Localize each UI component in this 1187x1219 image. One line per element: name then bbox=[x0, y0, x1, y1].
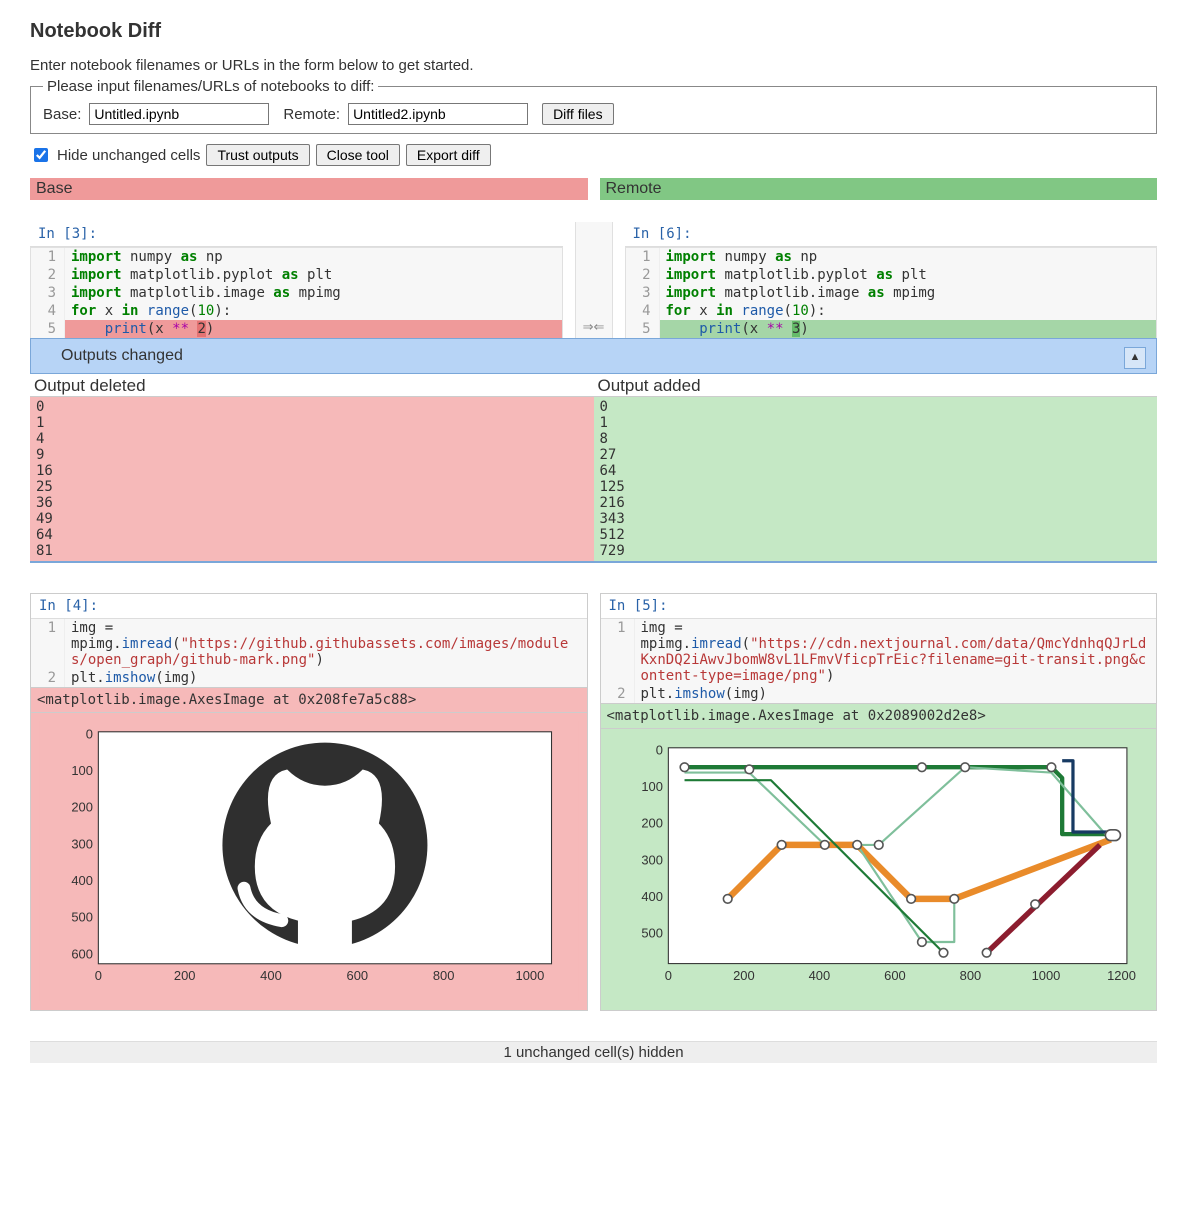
svg-text:800: 800 bbox=[433, 968, 455, 983]
svg-text:1200: 1200 bbox=[1107, 968, 1136, 983]
svg-text:800: 800 bbox=[959, 968, 981, 983]
remote-prompt-2: In [5]: bbox=[601, 594, 1157, 619]
base-axes-repr: <matplotlib.image.AxesImage at 0x208fe7a… bbox=[31, 687, 587, 713]
svg-text:1000: 1000 bbox=[516, 968, 545, 983]
hide-unchanged-label: Hide unchanged cells bbox=[57, 147, 200, 164]
outputs-changed-bar: Outputs changed ▲ bbox=[30, 338, 1157, 374]
trust-outputs-button[interactable]: Trust outputs bbox=[206, 144, 309, 166]
svg-text:600: 600 bbox=[884, 968, 906, 983]
base-plot: 0 100 200 300 400 500 600 0 200 400 600 800 1000 bbox=[31, 713, 587, 1010]
svg-text:200: 200 bbox=[71, 800, 93, 815]
export-diff-button[interactable]: Export diff bbox=[406, 144, 491, 166]
svg-text:1000: 1000 bbox=[1031, 968, 1060, 983]
remote-axes-repr: <matplotlib.image.AxesImage at 0x2089002… bbox=[601, 703, 1157, 729]
svg-text:300: 300 bbox=[641, 852, 663, 867]
svg-text:500: 500 bbox=[641, 926, 663, 941]
base-code-2: 1img = mpimg.imread("https://github.gith… bbox=[31, 619, 587, 687]
close-tool-button[interactable]: Close tool bbox=[316, 144, 400, 166]
gutter-arrows-icon: ⇒⇐ bbox=[575, 222, 613, 339]
base-prompt-2: In [4]: bbox=[31, 594, 587, 619]
base-prompt-1: In [3]: bbox=[30, 222, 563, 247]
svg-text:400: 400 bbox=[71, 873, 93, 888]
svg-text:0: 0 bbox=[95, 968, 102, 983]
outputs-changed-label: Outputs changed bbox=[61, 347, 183, 364]
base-code-1: 1import numpy as np 2import matplotlib.p… bbox=[30, 247, 563, 339]
collapse-outputs-button[interactable]: ▲ bbox=[1124, 347, 1146, 369]
output-deleted-title: Output deleted bbox=[30, 374, 594, 396]
remote-code-2: 1img = mpimg.imread("https://cdn.nextjou… bbox=[601, 619, 1157, 703]
intro-text: Enter notebook filenames or URLs in the … bbox=[30, 57, 1157, 74]
remote-label: Remote: bbox=[283, 106, 340, 123]
svg-text:0: 0 bbox=[86, 726, 93, 741]
output-deleted-body: 0 1 4 9 16 25 36 49 64 81 bbox=[30, 396, 594, 561]
svg-text:400: 400 bbox=[808, 968, 830, 983]
svg-text:100: 100 bbox=[641, 779, 663, 794]
svg-text:300: 300 bbox=[71, 836, 93, 851]
diff-files-button[interactable]: Diff files bbox=[542, 103, 614, 125]
remote-input[interactable] bbox=[348, 103, 528, 125]
output-added-body: 0 1 8 27 64 125 216 343 512 729 bbox=[594, 396, 1158, 561]
remote-plot: 0 100 200 300 400 500 0 200 400 600 800 1000 1200 bbox=[601, 729, 1157, 1004]
base-changed-token: 2 bbox=[197, 321, 205, 337]
svg-text:500: 500 bbox=[71, 910, 93, 925]
svg-text:200: 200 bbox=[174, 968, 196, 983]
svg-text:600: 600 bbox=[71, 946, 93, 961]
remote-code-1: 1import numpy as np 2import matplotlib.p… bbox=[625, 247, 1158, 339]
svg-text:600: 600 bbox=[347, 968, 369, 983]
remote-changed-token: 3 bbox=[792, 321, 800, 337]
base-label: Base: bbox=[43, 106, 81, 123]
hidden-cells-bar: 1 unchanged cell(s) hidden bbox=[30, 1041, 1157, 1063]
diff-cell-2: In [4]: 1img = mpimg.imread("https://git… bbox=[30, 593, 1157, 1011]
remote-header: Remote bbox=[600, 178, 1158, 200]
page-title: Notebook Diff bbox=[30, 20, 1157, 43]
svg-text:200: 200 bbox=[641, 816, 663, 831]
svg-text:0: 0 bbox=[655, 742, 662, 757]
diff-cell-1: In [3]: 1import numpy as np 2import matp… bbox=[30, 222, 1157, 563]
svg-text:0: 0 bbox=[664, 968, 671, 983]
svg-text:400: 400 bbox=[260, 968, 282, 983]
output-added-title: Output added bbox=[594, 374, 1158, 396]
svg-text:200: 200 bbox=[733, 968, 755, 983]
remote-prompt-1: In [6]: bbox=[625, 222, 1158, 247]
filename-fieldset: Please input filenames/URLs of notebooks… bbox=[30, 78, 1157, 134]
base-input[interactable] bbox=[89, 103, 269, 125]
base-header: Base bbox=[30, 178, 588, 200]
fieldset-legend: Please input filenames/URLs of notebooks… bbox=[43, 78, 378, 95]
svg-text:400: 400 bbox=[641, 889, 663, 904]
svg-text:100: 100 bbox=[71, 763, 93, 778]
hide-unchanged-checkbox[interactable] bbox=[34, 148, 48, 162]
